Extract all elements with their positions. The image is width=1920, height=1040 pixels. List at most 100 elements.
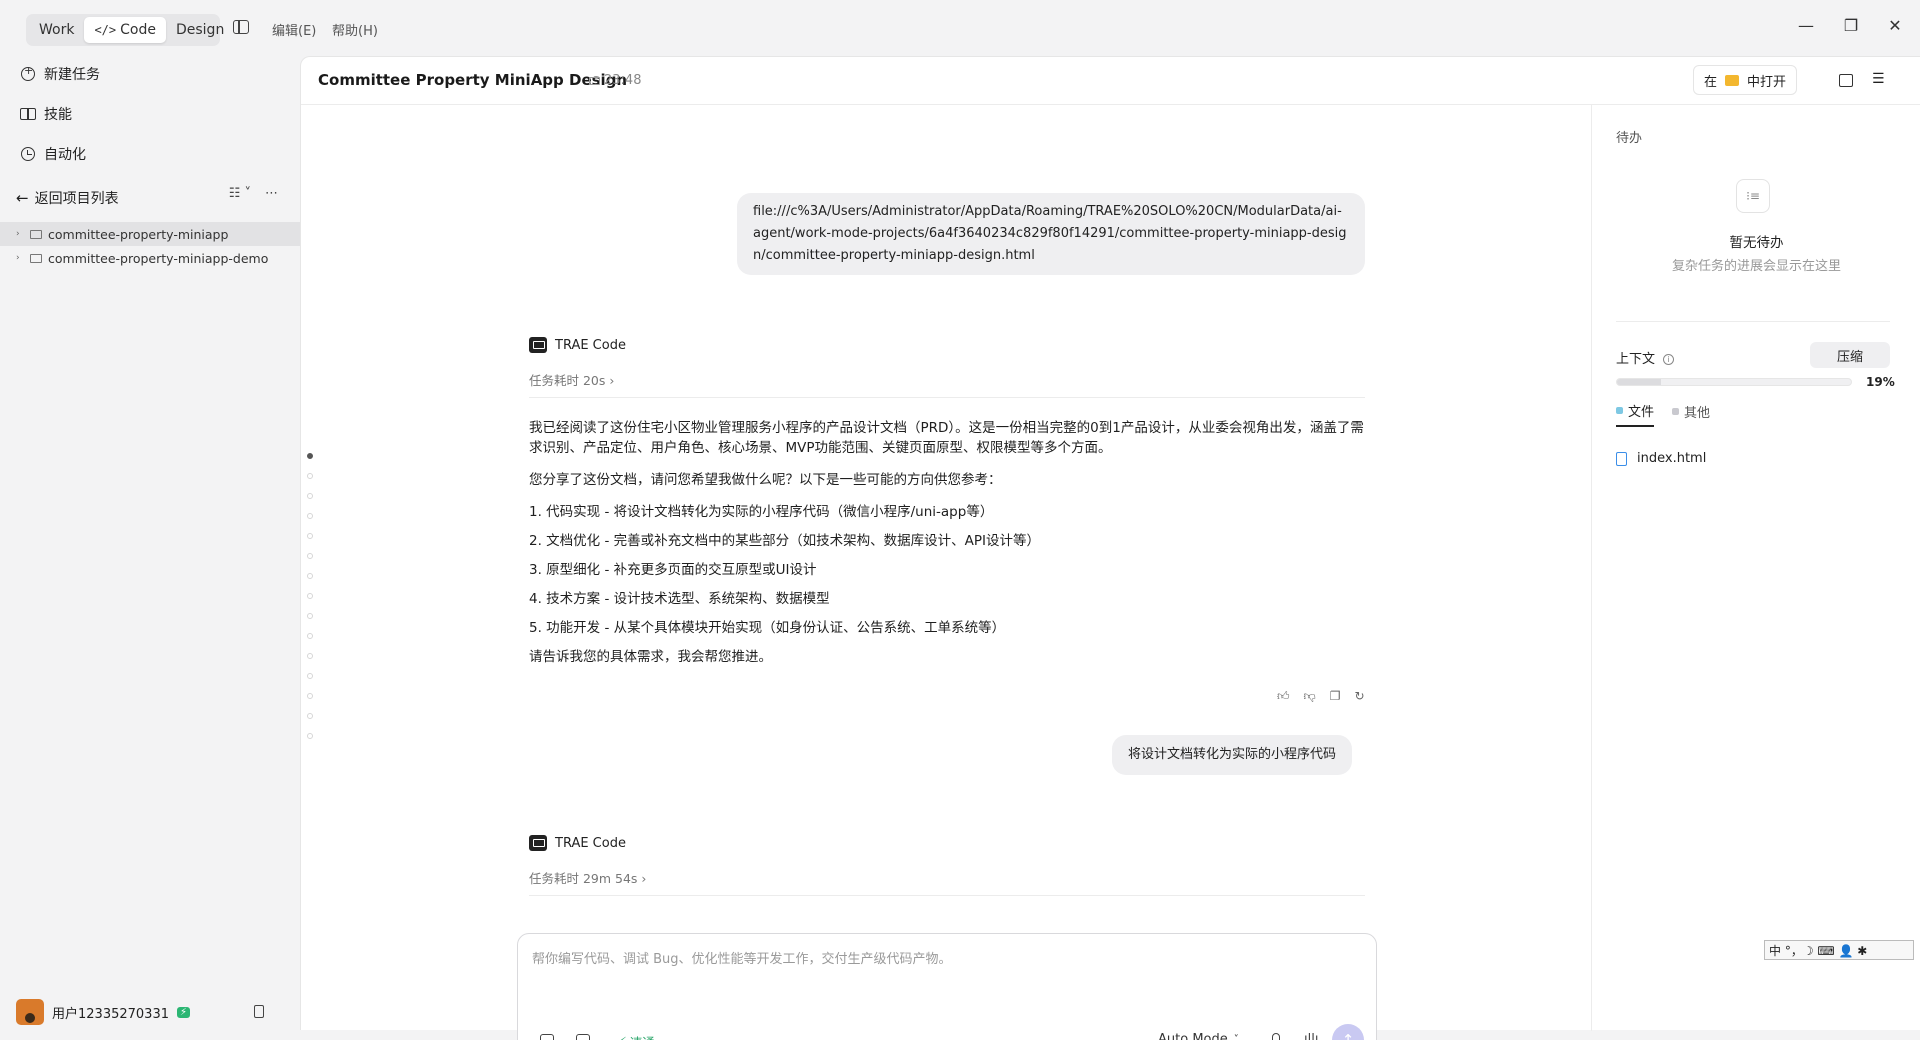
- sidebar-toggle-icon[interactable]: [233, 20, 249, 34]
- bolt-icon: ⚡: [618, 1034, 627, 1040]
- menu-help[interactable]: 帮助(H): [332, 20, 378, 39]
- list-item: 5. 功能开发 - 从某个具体模块开始实现（如身份认证、公告系统、工单系统等）: [529, 620, 1006, 636]
- context-percent: 19%: [1866, 375, 1895, 389]
- nav-dot[interactable]: [307, 613, 313, 619]
- agent-header: TRAE Code: [529, 835, 626, 851]
- folder-icon: [30, 229, 42, 239]
- back-to-projects-label: 返回项目列表: [34, 191, 119, 207]
- nav-dot[interactable]: [307, 513, 313, 519]
- nav-dot[interactable]: [307, 593, 313, 599]
- chevron-right-icon: ›: [16, 253, 20, 263]
- agent-name: TRAE Code: [555, 835, 626, 851]
- nav-new-task[interactable]: 新建任务: [20, 62, 100, 86]
- ime-toolbar[interactable]: 中 °，☽ ⌨ 👤 ✱: [1764, 940, 1914, 960]
- sidebar: 新建任务 技能 自动化 ← 返回项目列表 ☷ ˅ ⋯ › committee-p…: [0, 56, 300, 1040]
- list-icon[interactable]: ☰: [1872, 71, 1886, 87]
- voice-wave-icon[interactable]: ıllı: [1304, 1032, 1318, 1040]
- mode-code-label: Code: [120, 22, 156, 38]
- info-icon[interactable]: i: [1663, 354, 1675, 365]
- thumbs-up-icon[interactable]: 👍︎: [1277, 689, 1290, 704]
- project-name: committee-property-miniapp-demo: [48, 250, 269, 266]
- mode-select[interactable]: Auto Mode ˅: [1158, 1032, 1239, 1040]
- project-item[interactable]: › committee-property-miniapp: [0, 222, 300, 246]
- prompt-input[interactable]: [532, 948, 1352, 988]
- panel-icon[interactable]: [1839, 74, 1853, 87]
- menu-edit[interactable]: 编辑(E): [272, 20, 316, 39]
- arrow-left-icon: ←: [16, 189, 29, 207]
- nav-dot[interactable]: [307, 633, 313, 639]
- project-item[interactable]: › committee-property-miniapp-demo: [0, 246, 300, 270]
- mode-work-button[interactable]: Work: [29, 17, 84, 43]
- mode-switch: Work </> Code Design: [26, 14, 224, 46]
- nav-skills[interactable]: 技能: [20, 102, 72, 126]
- trae-logo-icon: [529, 337, 547, 353]
- todo-empty-title: 暂无待办: [1729, 235, 1784, 251]
- nav-skills-label: 技能: [44, 107, 72, 123]
- context-label-text: 上下文: [1616, 352, 1656, 367]
- reply-paragraph: 您分享了这份文档，请问您希望我做什么呢？以下是一些可能的方向供您参考：: [529, 472, 1002, 488]
- task-duration[interactable]: 任务耗时 20s ›: [529, 370, 614, 389]
- task-duration-text: 任务耗时 20s: [529, 373, 606, 388]
- nav-dot[interactable]: [307, 653, 313, 659]
- trae-logo-icon: [529, 835, 547, 851]
- open-in-prefix: 在: [1704, 74, 1718, 90]
- avatar: [16, 999, 44, 1025]
- mode-select-label: Auto Mode: [1158, 1032, 1228, 1040]
- new-task-icon: [20, 64, 36, 82]
- close-icon[interactable]: ✕: [1885, 16, 1905, 35]
- bolt-icon: ⚡: [176, 1006, 191, 1018]
- nav-dot[interactable]: [307, 673, 313, 679]
- thumbs-down-icon[interactable]: 👎︎: [1304, 689, 1316, 704]
- composer: ⚡ 速通 Auto Mode ˅ ıllı ↑: [517, 933, 1377, 1040]
- minimize-icon[interactable]: —: [1796, 16, 1816, 35]
- nav-dot[interactable]: [307, 713, 313, 719]
- sort-icon[interactable]: ☷ ˅: [229, 186, 251, 201]
- todo-empty-subtitle: 复杂任务的进展会显示在这里: [1671, 259, 1841, 274]
- conversation-nav: [307, 453, 315, 753]
- nav-dot[interactable]: [307, 733, 313, 739]
- code-icon: </>: [94, 23, 117, 37]
- device-icon[interactable]: [254, 1005, 264, 1018]
- message-actions: 👍︎ 👎︎ ❐ ↻: [1277, 689, 1365, 704]
- title-bar: Work </> Code Design 编辑(E) 帮助(H) — ❐ ✕: [0, 0, 1920, 56]
- copy-icon[interactable]: ❐: [1330, 689, 1341, 704]
- back-to-projects[interactable]: ← 返回项目列表 ☷ ˅ ⋯: [16, 186, 286, 210]
- nav-dot[interactable]: [307, 473, 313, 479]
- mode-code-button[interactable]: </> Code: [84, 17, 166, 43]
- file-icon: [1616, 451, 1627, 466]
- image-icon[interactable]: [576, 1034, 590, 1040]
- send-button[interactable]: ↑: [1332, 1024, 1364, 1040]
- restore-icon[interactable]: ❐: [1841, 16, 1861, 35]
- microphone-icon[interactable]: [1272, 1033, 1280, 1040]
- nav-dot[interactable]: [307, 453, 313, 459]
- user-name: 用户12335270331: [52, 1006, 169, 1022]
- speed-toggle[interactable]: ⚡ 速通: [618, 1032, 655, 1040]
- divider: [529, 397, 1365, 398]
- tab-files-label: 文件: [1628, 405, 1655, 420]
- slash-command-icon[interactable]: [540, 1034, 554, 1040]
- mode-design-button[interactable]: Design: [166, 17, 234, 43]
- tab-files[interactable]: 文件: [1616, 401, 1655, 427]
- book-icon: [20, 106, 36, 122]
- nav-dot[interactable]: [307, 573, 313, 579]
- tab-other[interactable]: 其他: [1672, 401, 1710, 427]
- nav-new-task-label: 新建任务: [44, 67, 100, 83]
- open-in-suffix: 中打开: [1747, 74, 1787, 90]
- open-in-folder-button[interactable]: 在 中打开: [1693, 65, 1798, 95]
- nav-automation[interactable]: 自动化: [20, 142, 86, 166]
- nav-dot[interactable]: [307, 553, 313, 559]
- nav-dot[interactable]: [307, 533, 313, 539]
- file-item[interactable]: index.html: [1616, 451, 1706, 466]
- context-label: 上下文 i: [1616, 348, 1675, 367]
- folder-icon: [1725, 74, 1740, 86]
- tab-other-label: 其他: [1684, 406, 1711, 421]
- nav-dot[interactable]: [307, 493, 313, 499]
- compress-button[interactable]: 压缩: [1810, 342, 1890, 368]
- nav-dot[interactable]: [307, 693, 313, 699]
- list-item: 2. 文档优化 - 完善或补充文档中的某些部分（如技术架构、数据库设计、API设…: [529, 533, 1040, 549]
- refresh-icon[interactable]: ↻: [1355, 689, 1365, 704]
- user-profile[interactable]: 用户12335270331 ⚡: [16, 998, 286, 1026]
- more-icon[interactable]: ⋯: [265, 186, 278, 201]
- task-duration[interactable]: 任务耗时 29m 54s ›: [529, 868, 646, 887]
- todo-list-icon: ⁝≡: [1736, 179, 1770, 213]
